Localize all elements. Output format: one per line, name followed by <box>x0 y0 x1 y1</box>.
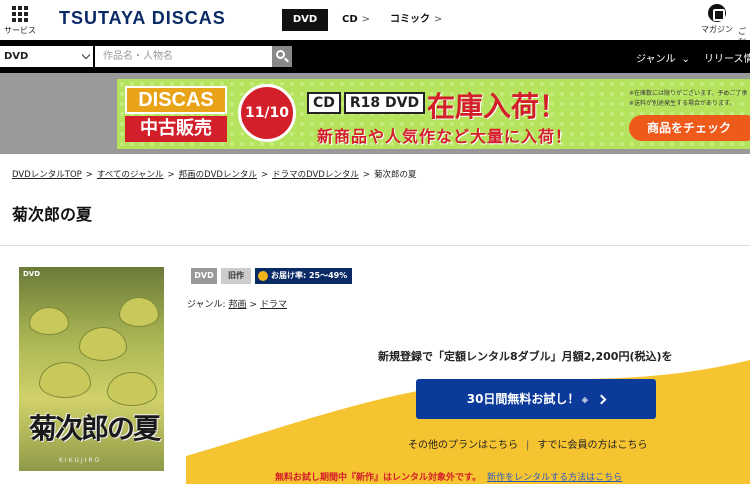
chevron-down-icon: ⌄ <box>681 54 690 65</box>
plan-links: その他のプランはこちら | すでに会員の方はこちら <box>408 436 647 451</box>
breadcrumb-current: 菊次郎の夏 <box>373 170 417 180</box>
magazine-icon <box>708 4 726 22</box>
tab-comic-label: コミック <box>390 14 430 25</box>
tab-cd-label: CD <box>342 14 358 25</box>
nav-release-label: リリース情 <box>704 54 750 65</box>
breadcrumb-link[interactable]: すべてのジャンル <box>97 170 164 180</box>
search-input[interactable] <box>95 46 272 67</box>
trial-notice-text: 無料お試し期間中『新作』はレンタル対象外です。 <box>275 473 482 483</box>
poster-leaf <box>39 362 91 398</box>
chevron-right-icon <box>596 394 607 405</box>
poster-leaf <box>29 307 69 335</box>
banner-area: DISCAS 中古販売 11/10 CD R18 DVD 在庫入荷！ 新商品や人気… <box>0 73 750 154</box>
chevron-right-icon: > <box>361 14 371 25</box>
site-logo[interactable]: TSUTAYA DISCAS <box>59 8 226 29</box>
plan-links-separator: | <box>526 440 530 451</box>
trial-notice: 無料お試し期間中『新作』はレンタル対象外です。 新作をレンタルする方法はこちら <box>275 470 622 483</box>
banner-subline: 新商品や人気作など大量に入荷！ <box>317 127 573 146</box>
genre-link[interactable]: 邦画 <box>228 300 246 310</box>
other-plans-link[interactable]: その他のプランはこちら <box>408 440 518 451</box>
nav-release[interactable]: リリース情 <box>704 50 750 65</box>
banner-logo-line1: DISCAS <box>125 86 227 114</box>
tab-dvd-label: DVD <box>292 14 318 25</box>
genre-link[interactable]: ドラマ <box>260 300 287 310</box>
search-icon-handle <box>284 57 289 63</box>
genre-line: ジャンル: 邦画 > ドラマ <box>187 297 287 310</box>
category-select[interactable]: DVD <box>0 46 93 67</box>
breadcrumb-link[interactable]: ドラマのDVDレンタル <box>272 170 359 180</box>
member-login-link[interactable]: すでに会員の方はこちら <box>537 440 647 451</box>
tab-comic[interactable]: コミック > <box>390 9 442 31</box>
breadcrumb-link[interactable]: 邦画のDVDレンタル <box>179 170 257 180</box>
services-menu-button[interactable]: サービス <box>2 4 38 36</box>
delivery-rate-badge: お届け率: 25〜49% <box>255 268 352 284</box>
chevron-down-icon <box>81 50 91 60</box>
product-jacket-image[interactable]: DVD 菊次郎の夏 KIKUJIRO <box>19 267 164 471</box>
poster-leaf <box>119 297 159 327</box>
banner-note-1: ※在庫数には限りがございます。予めご了承 <box>629 90 748 97</box>
banner-note-2: ※送料が別途発生する場合があります。 <box>629 100 736 107</box>
breadcrumb-separator: > <box>85 170 93 180</box>
free-trial-button[interactable]: 30日間無料お試し！ ※ <box>416 379 656 419</box>
banner-logo-line2: 中古販売 <box>125 116 227 142</box>
nav-genre-label: ジャンル <box>636 54 676 65</box>
breadcrumb: DVDレンタルTOP > すべてのジャンル > 邦画のDVDレンタル > ドラマのDVDレン… <box>12 168 416 180</box>
genre-separator: > <box>249 300 258 310</box>
age-badge: 旧作 <box>221 268 251 284</box>
banner-date: 11/10 <box>238 84 296 142</box>
banner-notes: ※在庫数には限りがございます。予めご了承 ※送料が別途発生する場合があります。 <box>629 89 747 109</box>
promo-headline: 新規登録で「定額レンタル8ダブル」月額2,200円(税込)を <box>378 350 673 363</box>
chevron-right-icon: > <box>434 14 443 25</box>
breadcrumb-link[interactable]: DVDレンタルTOP <box>12 170 82 180</box>
banner-headline: 在庫入荷！ <box>427 90 568 123</box>
breadcrumb-separator: > <box>167 170 175 180</box>
magazine-label: マガジン <box>701 25 733 34</box>
banner-formats: CD R18 DVD <box>307 92 428 114</box>
new-release-rental-link[interactable]: 新作をレンタルする方法はこちら <box>487 473 622 483</box>
genre-label: ジャンル: <box>187 300 226 310</box>
format-badge: DVD <box>191 268 217 284</box>
breadcrumb-separator: > <box>362 170 370 180</box>
free-trial-asterisk: ※ <box>581 397 589 405</box>
banner-format-r18: R18 DVD <box>343 92 426 114</box>
poster-leaf <box>107 372 157 406</box>
tab-dvd[interactable]: DVD <box>282 9 328 31</box>
poster-title: 菊次郎の夏 <box>29 412 161 445</box>
banner-format-cd: CD <box>307 92 341 114</box>
delivery-rate-text: お届け率: 25〜49% <box>271 271 348 280</box>
divider <box>0 245 750 246</box>
banner-check-button[interactable]: 商品をチェック <box>629 115 750 141</box>
free-trial-label: 30日間無料お試し！ <box>466 392 580 406</box>
magazine-button[interactable]: マガジン <box>701 4 733 35</box>
poster-leaf <box>79 327 127 361</box>
tab-cd[interactable]: CD > <box>342 9 370 31</box>
services-label: サービス <box>4 26 36 35</box>
breadcrumb-separator: > <box>260 170 269 180</box>
promo-banner[interactable]: DISCAS 中古販売 11/10 CD R18 DVD 在庫入荷！ 新商品や人気… <box>117 79 750 149</box>
poster-romaji: KIKUJIRO <box>59 457 102 464</box>
search-bar: DVD ジャンル ⌄ リリース情 <box>0 40 750 73</box>
poster-dvd-label: DVD <box>23 270 41 278</box>
delivery-rate-icon <box>258 271 268 281</box>
nav-genre[interactable]: ジャンル ⌄ <box>636 50 690 65</box>
header: サービス TSUTAYA DISCAS DVD CD > コミック > マガジン ご… <box>0 0 750 47</box>
category-value: DVD <box>4 51 29 62</box>
banner-logo: DISCAS 中古販売 <box>125 86 227 142</box>
grid-icon <box>12 6 28 22</box>
search-button[interactable] <box>272 46 292 67</box>
page-title: 菊次郎の夏 <box>12 205 93 224</box>
